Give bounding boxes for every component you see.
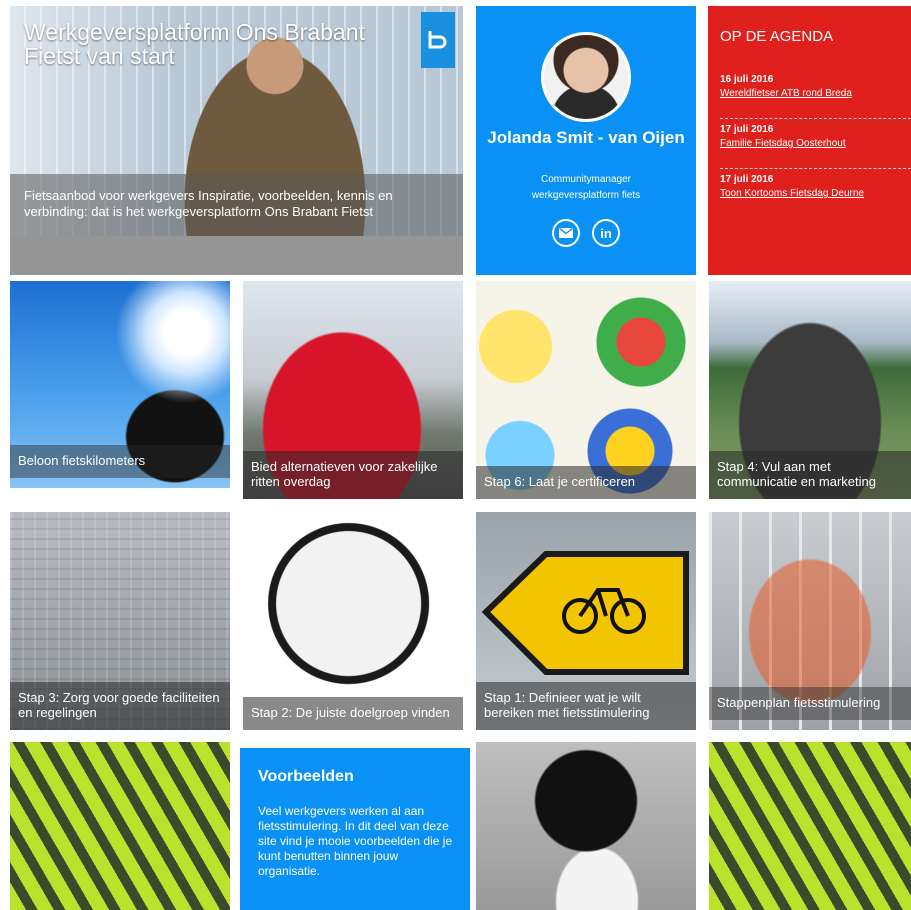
tile-stap-2[interactable]: Stap 2: De juiste doelgroep vinden — [243, 512, 463, 730]
tile-caption: Stap 3: Zorg voor goede faciliteiten en … — [10, 682, 230, 730]
green-bikes-photo — [709, 742, 911, 910]
tile-bied-alternatieven[interactable]: Bied alternatieven voor zakelijke ritten… — [243, 281, 463, 499]
agenda-date: 16 juli 2016 — [720, 74, 774, 85]
profile-role-line1: Communitymanager — [540, 174, 632, 185]
agenda-panel: OP DE AGENDA 16 juli 2016 Wereldfietser … — [708, 6, 911, 275]
tile-caption: Stappenplan fietsstimulering — [709, 687, 911, 720]
voorbeelden-card[interactable]: Voorbeelden Veel werkgevers werken al aa… — [240, 748, 470, 910]
mail-icon[interactable] — [552, 219, 580, 247]
green-bikes-photo — [10, 742, 230, 910]
agenda-link[interactable]: Wereldfietser ATB rond Breda — [720, 88, 911, 99]
profile-card: Jolanda Smit - van Oijen Communitymanage… — [476, 6, 696, 275]
tile-stap-3[interactable]: Stap 3: Zorg voor goede faciliteiten en … — [10, 512, 230, 730]
profile-contact-icons: in — [476, 219, 696, 247]
hero-caption: Fietsaanbod voor werkgevers Inspiratie, … — [10, 174, 463, 236]
agenda-date: 17 juli 2016 — [720, 174, 774, 185]
tile-caption: Bied alternatieven voor zakelijke ritten… — [243, 451, 463, 499]
agenda-item: 17 juli 2016 Familie Fietsdag Oosterhout — [720, 124, 911, 174]
tile-stap-4[interactable]: Stap 4: Vul aan met communicatie en mark… — [709, 281, 911, 499]
linkedin-icon[interactable]: in — [592, 219, 620, 247]
tile-caption: Stap 2: De juiste doelgroep vinden — [243, 697, 463, 730]
brabant-logo-icon — [421, 12, 455, 68]
tile-stap-1[interactable]: Stap 1: Definieer wat je wilt bereiken m… — [476, 512, 696, 730]
profile-name: Jolanda Smit - van Oijen — [487, 128, 685, 147]
agenda-item: 16 juli 2016 Wereldfietser ATB rond Bred… — [720, 74, 911, 124]
profile-role-line2: werkgeversplatform fiets — [531, 190, 641, 201]
hero-title[interactable]: Werkgeversplatform Ons Brabant Fietst va… — [24, 20, 404, 68]
hero-tile[interactable]: Fietsaanbod voor werkgevers Inspiratie, … — [10, 6, 463, 275]
agenda-date: 17 juli 2016 — [720, 124, 774, 135]
agenda-link[interactable]: Familie Fietsdag Oosterhout — [720, 138, 911, 149]
tile-beloon-fietskilometers[interactable]: Beloon fietskilometers — [10, 281, 230, 488]
voorbeelden-title: Voorbeelden — [258, 768, 354, 785]
hero-band — [10, 236, 463, 275]
voorbeelden-text: Veel werkgevers werken al aan fietsstimu… — [258, 804, 453, 878]
tile-stappenplan[interactable]: Stappenplan fietsstimulering — [709, 512, 911, 730]
agenda-link[interactable]: Toon Kortooms Fietsdag Deurne — [720, 188, 911, 199]
tile-bikeshare-left[interactable] — [10, 742, 230, 910]
agenda-title: OP DE AGENDA — [720, 28, 834, 45]
tile-caption: Beloon fietskilometers — [10, 445, 230, 478]
tile-caption: Stap 6: Laat je certificeren — [476, 466, 696, 499]
tile-caption: Stap 1: Definieer wat je wilt bereiken m… — [476, 682, 696, 730]
tile-caption: Stap 4: Vul aan met communicatie en mark… — [709, 451, 911, 499]
agenda-item: 17 juli 2016 Toon Kortooms Fietsdag Deur… — [720, 174, 911, 224]
handlebar-photo — [476, 742, 696, 910]
tile-stap-6[interactable]: Stap 6: Laat je certificeren — [476, 281, 696, 499]
tile-handlebar[interactable] — [476, 742, 696, 910]
agenda-divider — [720, 168, 911, 169]
profile-role: Communitymanager werkgeversplatform fiet… — [476, 172, 696, 204]
tile-bikeshare-right[interactable] — [709, 742, 911, 910]
agenda-divider — [720, 118, 911, 119]
avatar — [541, 32, 631, 122]
